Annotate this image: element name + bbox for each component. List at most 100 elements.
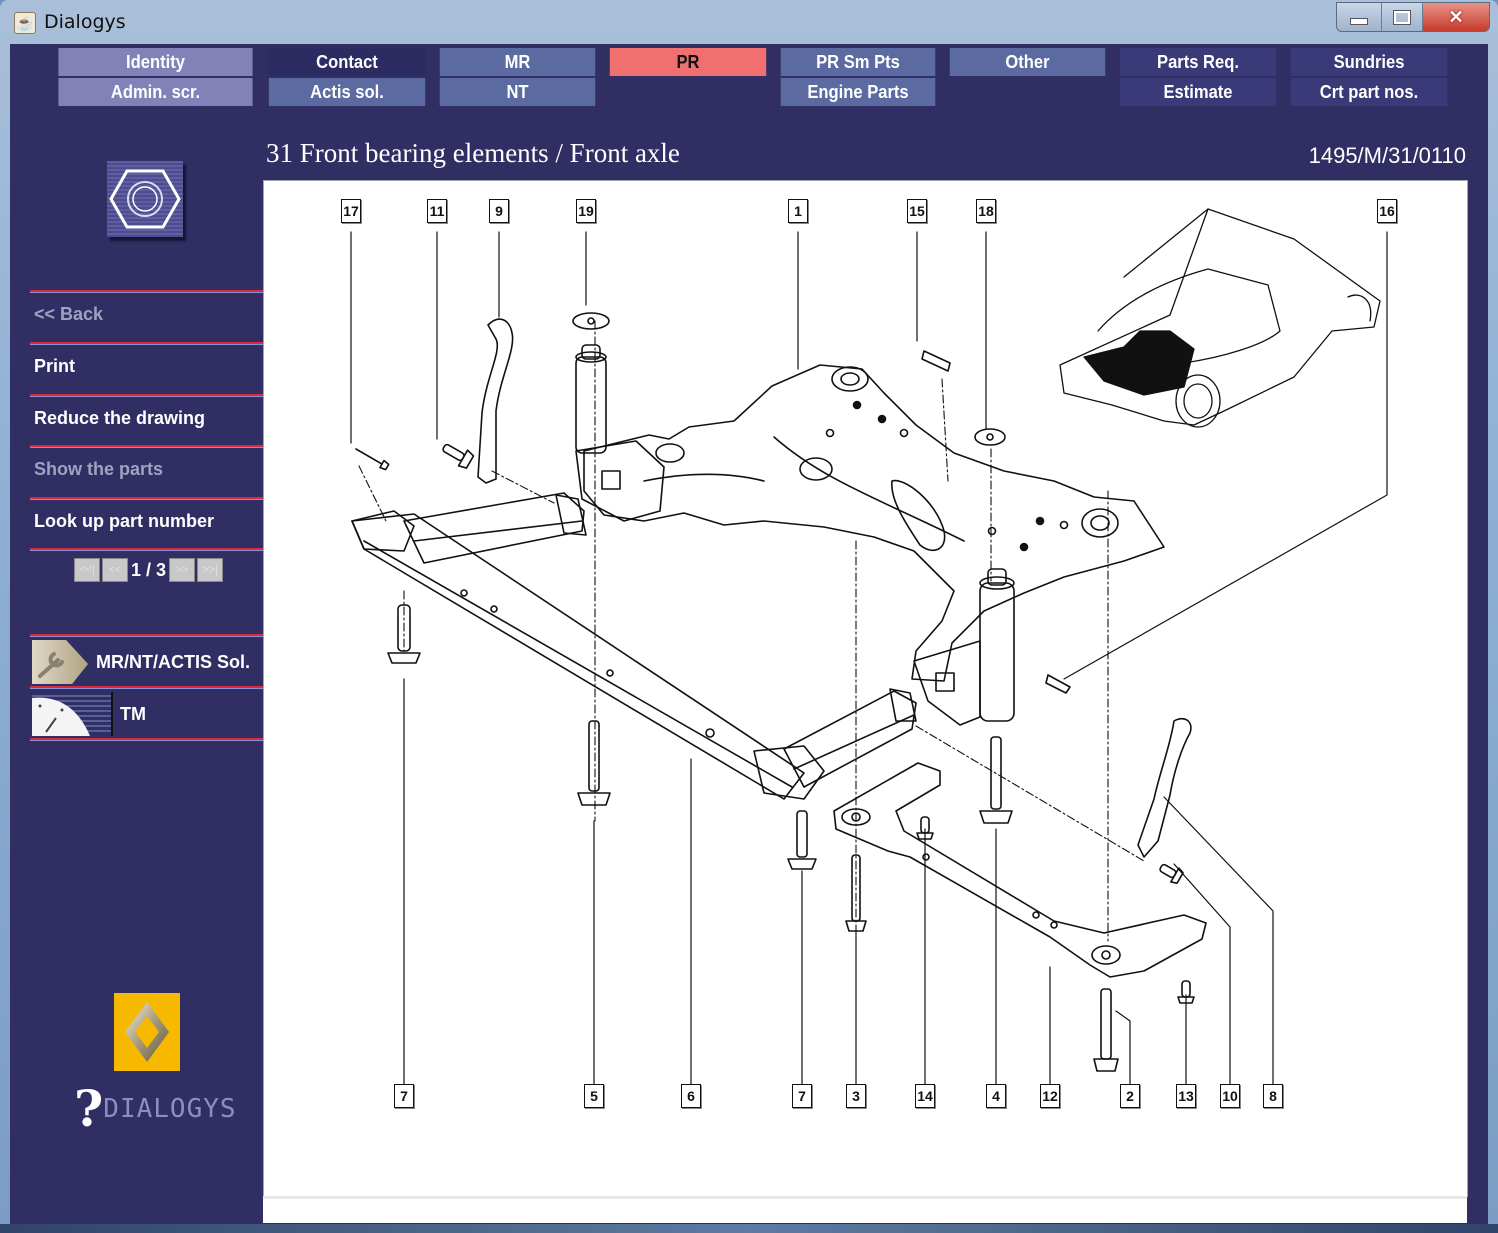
separator — [30, 686, 264, 689]
vehicle-thumbnail — [1059, 208, 1381, 428]
close-icon: ✕ — [1448, 6, 1464, 27]
callout-17[interactable]: 17 — [341, 199, 361, 223]
tab-actis-sol[interactable]: Actis sol. — [268, 78, 426, 106]
tab-admin-scr[interactable]: Admin. scr. — [58, 78, 253, 106]
tab-mr[interactable]: MR — [439, 48, 596, 76]
title-bar[interactable]: ☕ Dialogys ✕ — [0, 0, 1498, 44]
print-button[interactable]: Print — [34, 356, 75, 377]
assembly-axes — [358, 320, 1145, 942]
callout-6[interactable]: 6 — [681, 1084, 701, 1108]
wrench-icon — [32, 640, 88, 684]
tab-label: Other — [1005, 51, 1050, 72]
window-controls: ✕ — [1336, 2, 1490, 32]
tab-label: Admin. scr. — [110, 81, 201, 102]
look-up-part-number-button[interactable]: Look up part number — [34, 511, 214, 532]
tab-label: Crt part nos. — [1319, 81, 1419, 102]
tab-label: Estimate — [1163, 81, 1233, 102]
first-page-button[interactable]: <<| — [74, 558, 100, 582]
tm-button[interactable]: TM — [32, 690, 146, 738]
callout-7b[interactable]: 7 — [792, 1084, 812, 1108]
callout-14[interactable]: 14 — [915, 1084, 935, 1108]
drawing-scroll-area — [263, 1196, 1467, 1223]
last-page-button[interactable]: >>| — [197, 558, 224, 582]
callout-15[interactable]: 15 — [907, 199, 927, 223]
reduce-drawing-button[interactable]: Reduce the drawing — [34, 408, 205, 429]
bracket-9 — [477, 318, 514, 484]
tab-other[interactable]: Other — [949, 48, 1106, 76]
subframe — [583, 364, 1165, 682]
tab-label: Engine Parts — [807, 81, 909, 102]
tab-sundries[interactable]: Sundries — [1290, 48, 1448, 76]
tool-label: TM — [120, 703, 146, 724]
callout-12[interactable]: 12 — [1040, 1084, 1060, 1108]
separator — [30, 342, 264, 345]
tab-bar: Identity Contact MR PR PR Sm Pts Other P… — [50, 46, 1454, 106]
callout-5[interactable]: 5 — [584, 1084, 604, 1108]
tab-identity[interactable]: Identity — [58, 48, 253, 76]
minimize-icon — [1350, 17, 1368, 25]
left-tower — [572, 312, 665, 522]
window-bottom-frame — [0, 1224, 1498, 1233]
tab-crt-part-nos[interactable]: Crt part nos. — [1290, 78, 1448, 106]
mr-nt-actis-sol-button[interactable]: MR/NT/ACTIS Sol. — [32, 638, 250, 686]
callout-8[interactable]: 8 — [1263, 1084, 1283, 1108]
separator — [30, 445, 264, 448]
tab-estimate[interactable]: Estimate — [1119, 78, 1277, 106]
callout-18[interactable]: 18 — [976, 199, 996, 223]
close-button[interactable]: ✕ — [1423, 3, 1489, 31]
bracket-8 — [1137, 717, 1192, 858]
callout-16[interactable]: 16 — [1377, 199, 1397, 223]
callout-13[interactable]: 13 — [1176, 1084, 1196, 1108]
minimize-button[interactable] — [1337, 3, 1382, 31]
tab-label: MR — [504, 51, 531, 72]
tab-pr-sm-pts[interactable]: PR Sm Pts — [780, 48, 936, 76]
tab-label: Actis sol. — [310, 81, 384, 102]
leader-lines — [350, 231, 1388, 1085]
tab-label: Parts Req. — [1157, 51, 1239, 72]
clock-icon — [32, 692, 114, 736]
callout-1[interactable]: 1 — [788, 199, 808, 223]
separator — [30, 394, 264, 397]
callout-4[interactable]: 4 — [986, 1084, 1006, 1108]
separator — [30, 290, 264, 293]
page-indicator: 1 / 3 — [131, 559, 167, 580]
next-page-button[interactable]: >> — [169, 558, 196, 582]
maximize-button[interactable] — [1382, 3, 1423, 31]
tab-label: Contact — [316, 51, 378, 72]
exploded-view-illustration — [350, 208, 1388, 1085]
tab-pr[interactable]: PR — [609, 48, 767, 76]
tab-label: Identity — [126, 51, 185, 72]
rear-crossmember — [833, 762, 1207, 978]
tab-label: PR Sm Pts — [816, 51, 900, 72]
java-cup-icon: ☕ — [14, 12, 36, 34]
prev-page-button[interactable]: << — [102, 558, 128, 582]
parts-drawing[interactable]: 17 11 9 19 1 15 18 16 7 5 6 7 3 14 4 12 … — [263, 180, 1468, 1197]
sidebar: << Back Print Reduce the drawing Show th… — [20, 124, 264, 1214]
tab-contact[interactable]: Contact — [268, 48, 426, 76]
back-button[interactable]: << Back — [34, 304, 103, 325]
client-area: Identity Contact MR PR PR Sm Pts Other P… — [10, 44, 1488, 1224]
tab-engine-parts[interactable]: Engine Parts — [780, 78, 936, 106]
separator — [30, 634, 264, 637]
callout-10[interactable]: 10 — [1220, 1084, 1240, 1108]
renault-logo — [114, 993, 180, 1071]
show-parts-button[interactable]: Show the parts — [34, 459, 163, 480]
tab-parts-req[interactable]: Parts Req. — [1119, 48, 1277, 76]
callout-2[interactable]: 2 — [1120, 1084, 1140, 1108]
separator — [30, 548, 264, 551]
tab-nt[interactable]: NT — [439, 78, 596, 106]
callout-3[interactable]: 3 — [846, 1084, 866, 1108]
hex-nut-icon — [107, 161, 183, 237]
callout-11[interactable]: 11 — [427, 199, 447, 223]
callout-7[interactable]: 7 — [394, 1084, 414, 1108]
tool-label: MR/NT/ACTIS Sol. — [96, 651, 250, 672]
callout-19[interactable]: 19 — [576, 199, 596, 223]
callout-9[interactable]: 9 — [489, 199, 509, 223]
drawing-reference: 1495/M/31/0110 — [1308, 143, 1466, 168]
tab-label: PR — [676, 51, 700, 72]
window-title: Dialogys — [44, 11, 126, 33]
page-navigator: <<| << 1 / 3 >> >>| — [74, 558, 224, 582]
bolts — [355, 350, 1195, 1072]
dialogys-mark: ? — [74, 1079, 104, 1138]
dialogys-wordmark: DIALOGYS — [103, 1094, 237, 1124]
